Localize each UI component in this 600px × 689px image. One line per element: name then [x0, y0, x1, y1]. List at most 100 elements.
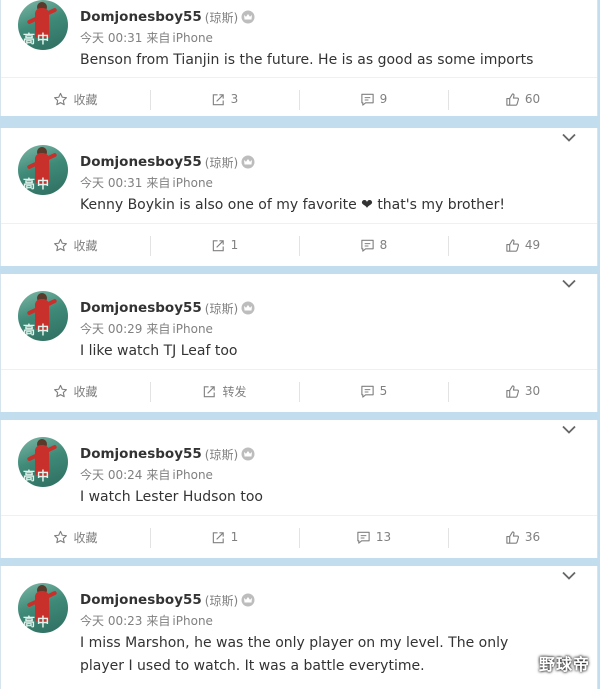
post-time[interactable]: 今天 00:31: [80, 31, 142, 45]
comment-count: 9: [379, 92, 388, 106]
source-prefix: 来自: [146, 176, 171, 190]
chevron-down-icon[interactable]: [561, 570, 577, 582]
post-card: 高中 Domjonesboy55 (琼斯) 今天 00:24 来自 iPhone I…: [0, 420, 598, 558]
collect-label: 收藏: [73, 92, 98, 107]
crown-icon[interactable]: [241, 155, 255, 169]
post-time[interactable]: 今天 00:29: [80, 322, 142, 336]
author-name[interactable]: Domjonesboy55: [80, 9, 202, 25]
post-text: Benson from Tianjin is the future. He is…: [80, 52, 534, 68]
avatar[interactable]: 高中: [18, 145, 68, 195]
avatar[interactable]: 高中: [18, 437, 68, 487]
repost-button[interactable]: 1: [150, 516, 299, 558]
post-source: iPhone: [172, 31, 213, 45]
repost-button[interactable]: 3: [150, 78, 299, 120]
comment-button[interactable]: 5: [299, 370, 448, 412]
post-meta: 今天 00:24 来自 iPhone: [80, 466, 213, 483]
post-card: 高中 Domjonesboy55 (琼斯) 今天 00:23 来自 iPhone I…: [0, 566, 598, 689]
post-meta: 今天 00:31 来自 iPhone: [80, 174, 213, 191]
like-button[interactable]: 30: [448, 370, 597, 412]
post-source: iPhone: [172, 468, 213, 482]
collect-label: 收藏: [73, 530, 98, 545]
post-meta: 今天 00:23 来自 iPhone: [80, 612, 213, 629]
crown-icon[interactable]: [241, 10, 255, 24]
avatar-sign-text: 高中: [23, 615, 52, 629]
source-prefix: 来自: [146, 614, 171, 628]
source-prefix: 来自: [146, 322, 171, 336]
avatar-sign-text: 高中: [23, 32, 52, 46]
repost-count: 转发: [222, 384, 247, 399]
collect-button[interactable]: 收藏: [1, 516, 150, 558]
avatar[interactable]: 高中: [18, 583, 68, 633]
post-text: I miss Marshon, he was the only player o…: [80, 635, 509, 674]
thumbs-up-icon: [505, 384, 520, 399]
avatar-sign-text: 高中: [23, 469, 52, 483]
share-arrow-icon: [211, 530, 226, 545]
watermark-text: 野球帝: [538, 655, 590, 674]
post-source: iPhone: [172, 614, 213, 628]
post-time[interactable]: 今天 00:23: [80, 614, 142, 628]
like-count: 30: [524, 384, 541, 398]
author-remark: (琼斯): [204, 593, 239, 608]
post-actions: 收藏 转发 5 30: [1, 369, 597, 412]
comment-button[interactable]: 8: [299, 224, 448, 266]
author-name[interactable]: Domjonesboy55: [80, 154, 202, 170]
source-prefix: 来自: [146, 31, 171, 45]
author-name[interactable]: Domjonesboy55: [80, 592, 202, 608]
author-remark: (琼斯): [204, 447, 239, 462]
post-card: 高中 Domjonesboy55 (琼斯) 今天 00:29 来自 iPhone I…: [0, 274, 598, 412]
share-arrow-icon: [202, 384, 217, 399]
post-actions: 收藏 3 9 60: [1, 77, 597, 120]
comment-button[interactable]: 9: [299, 78, 448, 120]
post-time[interactable]: 今天 00:31: [80, 176, 142, 190]
star-icon: [53, 384, 68, 399]
post-card: 高中 Domjonesboy55 (琼斯) 今天 00:31 来自 iPhone B…: [0, 0, 598, 116]
comment-count: 8: [379, 238, 388, 252]
repost-button[interactable]: 转发: [150, 370, 299, 412]
collect-button[interactable]: 收藏: [1, 224, 150, 266]
collect-button[interactable]: 收藏: [1, 78, 150, 120]
chevron-down-icon[interactable]: [561, 132, 577, 144]
post-source: iPhone: [172, 322, 213, 336]
post-text: I like watch TJ Leaf too: [80, 343, 238, 359]
crown-icon[interactable]: [241, 593, 255, 607]
post-card: 高中 Domjonesboy55 (琼斯) 今天 00:31 来自 iPhone K…: [0, 128, 598, 266]
avatar[interactable]: 高中: [18, 291, 68, 341]
comment-bubble-icon: [360, 384, 375, 399]
collect-label: 收藏: [73, 384, 98, 399]
post-meta: 今天 00:29 来自 iPhone: [80, 320, 213, 337]
comment-button[interactable]: 13: [299, 516, 448, 558]
source-prefix: 来自: [146, 468, 171, 482]
thumbs-up-icon: [505, 238, 520, 253]
avatar-sign-text: 高中: [23, 323, 52, 337]
author-remark: (琼斯): [204, 10, 239, 25]
star-icon: [53, 92, 68, 107]
post-text: I watch Lester Hudson too: [80, 489, 263, 505]
repost-count: 3: [230, 92, 239, 106]
like-count: 36: [524, 530, 541, 544]
author-name[interactable]: Domjonesboy55: [80, 300, 202, 316]
post-time[interactable]: 今天 00:24: [80, 468, 142, 482]
like-count: 60: [524, 92, 541, 106]
chevron-down-icon[interactable]: [561, 278, 577, 290]
post-actions: 收藏 1 8 49: [1, 223, 597, 266]
post-actions: 收藏 1 13 36: [1, 515, 597, 558]
author-name[interactable]: Domjonesboy55: [80, 446, 202, 462]
post-text: Kenny Boykin is also one of my favorite …: [80, 197, 505, 213]
crown-icon[interactable]: [241, 301, 255, 315]
comment-bubble-icon: [360, 238, 375, 253]
star-icon: [53, 530, 68, 545]
like-button[interactable]: 60: [448, 78, 597, 120]
like-button[interactable]: 49: [448, 224, 597, 266]
like-button[interactable]: 36: [448, 516, 597, 558]
comment-count: 13: [375, 530, 392, 544]
repost-count: 1: [230, 238, 239, 252]
thumbs-up-icon: [505, 530, 520, 545]
post-source: iPhone: [172, 176, 213, 190]
chevron-down-icon[interactable]: [561, 424, 577, 436]
collect-label: 收藏: [73, 238, 98, 253]
avatar-sign-text: 高中: [23, 177, 52, 191]
collect-button[interactable]: 收藏: [1, 370, 150, 412]
avatar[interactable]: 高中: [18, 0, 68, 50]
repost-button[interactable]: 1: [150, 224, 299, 266]
crown-icon[interactable]: [241, 447, 255, 461]
